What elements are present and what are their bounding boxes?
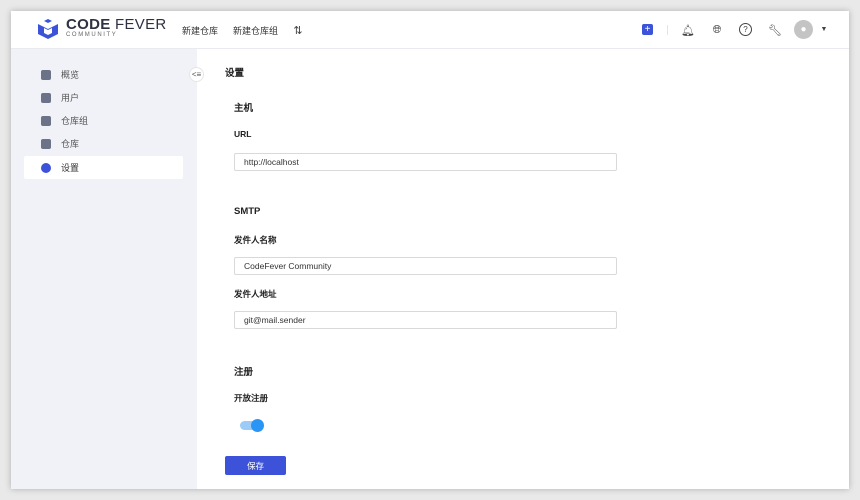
sidebar-item-label: 用户 — [61, 93, 80, 103]
collapse-sidebar-button[interactable]: <≡ — [189, 67, 204, 82]
open-register-label: 开放注册 — [234, 393, 269, 403]
box-icon — [41, 138, 51, 149]
divider — [667, 25, 668, 35]
host-heading: 主机 — [234, 103, 254, 114]
nav-new-repo-group[interactable]: 新建仓库组 — [233, 24, 278, 37]
url-label: URL — [234, 129, 252, 139]
caret-down-icon[interactable]: ▼ — [819, 24, 829, 34]
layers-icon — [41, 115, 51, 126]
sidebar-item-repo-groups[interactable]: 仓库组 — [24, 109, 183, 132]
users-icon — [41, 92, 51, 103]
logo-text-2: FEVER — [115, 16, 167, 33]
sidebar-item-repos[interactable]: 仓库 — [24, 132, 183, 155]
logo-text: CODE — [66, 16, 111, 33]
logo[interactable]: CODE FEVER COMMUNITY — [37, 16, 167, 39]
sidebar-item-users[interactable]: 用户 — [24, 86, 183, 109]
sender-address-input[interactable]: git@mail.sender — [234, 311, 617, 329]
logo-subtitle: COMMUNITY — [66, 32, 118, 38]
sidebar-item-label: 设置 — [61, 163, 80, 173]
save-button[interactable]: 保存 — [225, 456, 286, 475]
register-heading: 注册 — [234, 367, 254, 378]
plus-icon[interactable]: + — [642, 24, 653, 35]
sender-address-label: 发件人地址 — [234, 289, 277, 299]
nav-new-repo[interactable]: 新建仓库 — [182, 24, 218, 37]
pull-request-icon[interactable]: ⇅ — [291, 23, 305, 37]
open-register-toggle[interactable] — [240, 418, 264, 432]
sidebar-item-label: 概览 — [61, 70, 80, 80]
sender-name-label: 发件人名称 — [234, 235, 277, 245]
sidebar: 概览 用户 仓库组 仓库 设置 — [11, 49, 197, 489]
smtp-heading: SMTP — [234, 206, 261, 217]
sidebar-item-overview[interactable]: 概览 — [24, 63, 183, 86]
sidebar-item-settings[interactable]: 设置 — [24, 156, 183, 179]
logo-icon — [38, 18, 58, 39]
globe-icon[interactable]: 🌐︎ — [710, 23, 724, 37]
url-input[interactable]: http://localhost — [234, 153, 617, 171]
page-title: 设置 — [225, 68, 245, 79]
help-icon[interactable]: ? — [739, 23, 752, 36]
sidebar-item-label: 仓库组 — [61, 116, 89, 126]
dashboard-icon — [41, 69, 51, 80]
sidebar-item-label: 仓库 — [61, 139, 80, 149]
bell-icon[interactable]: 🔔︎ — [681, 23, 695, 37]
sender-name-input[interactable]: CodeFever Community — [234, 257, 617, 275]
wrench-icon[interactable]: 🔧︎ — [768, 23, 782, 37]
app-window: CODE FEVER COMMUNITY 新建仓库 新建仓库组 ⇅ + 🔔︎ 🌐… — [11, 11, 849, 489]
gear-icon — [41, 162, 51, 173]
top-header: CODE FEVER COMMUNITY 新建仓库 新建仓库组 ⇅ + 🔔︎ 🌐… — [11, 11, 849, 49]
avatar-icon[interactable]: ● — [794, 20, 813, 39]
